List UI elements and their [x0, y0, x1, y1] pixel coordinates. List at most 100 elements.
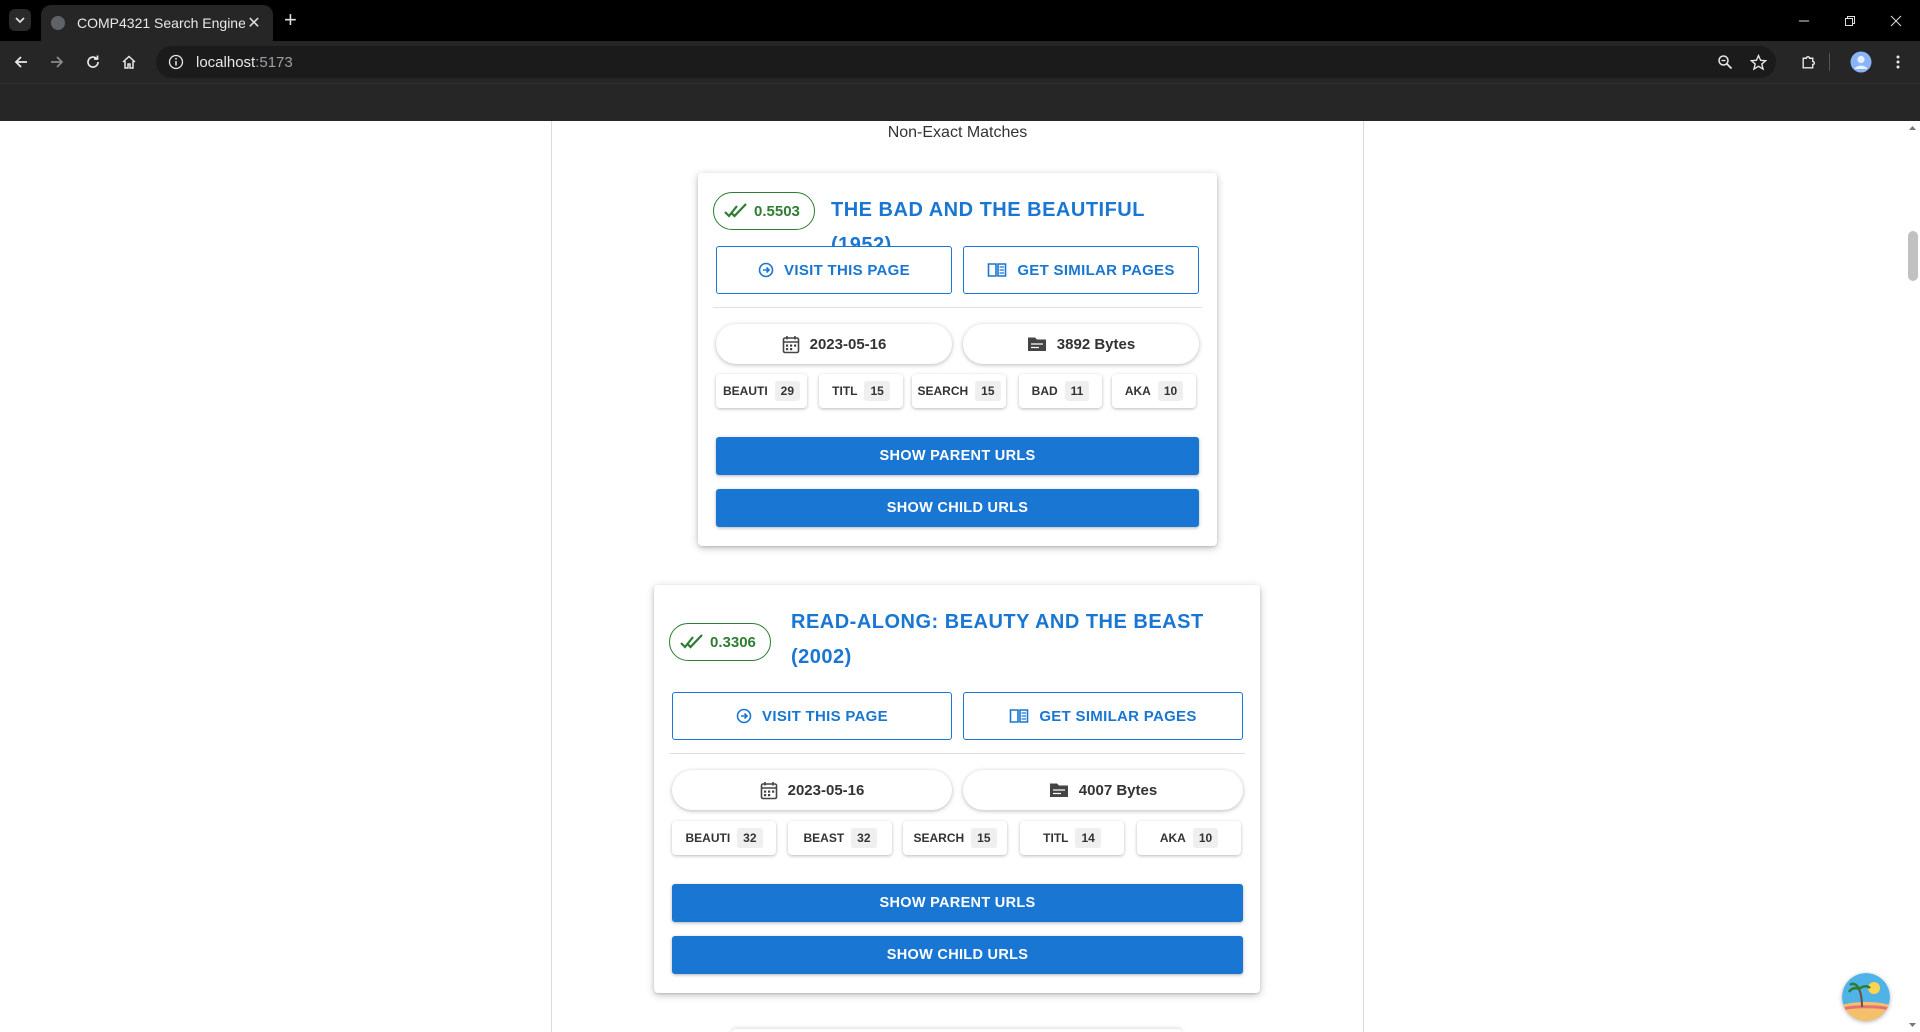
- reload-icon: [87, 55, 99, 68]
- score-value: 0.5503: [754, 202, 800, 220]
- date-chip: 2023-05-16: [716, 324, 952, 364]
- divider: [669, 753, 1245, 754]
- bookmarks-bar: [0, 83, 1920, 121]
- keyword-chip: AKA 10: [1112, 374, 1196, 408]
- home-button[interactable]: [116, 49, 142, 75]
- result-title[interactable]: READ-ALONG: BEAUTY AND THE BEAST (2002): [791, 605, 1211, 675]
- date-value: 2023-05-16: [787, 781, 865, 799]
- new-tab-button[interactable]: +: [284, 9, 297, 31]
- done-all-icon: [724, 203, 747, 218]
- keyword-count: 32: [851, 828, 877, 848]
- keyword-word: SEARCH: [913, 831, 965, 845]
- bookmark-button[interactable]: [1745, 49, 1771, 75]
- profile-button[interactable]: [1848, 49, 1874, 75]
- folder-icon: [1027, 337, 1046, 351]
- show-child-urls-button[interactable]: SHOW CHILD URLS: [672, 936, 1243, 974]
- forward-button[interactable]: [44, 49, 70, 75]
- keyword-count: 32: [737, 828, 763, 848]
- close-tab-icon[interactable]: ✕: [245, 14, 263, 32]
- minimize-icon: [1799, 20, 1809, 21]
- favicon-icon: [51, 16, 65, 30]
- score-value: 0.3306: [710, 633, 756, 651]
- visit-page-button[interactable]: VISIT THIS PAGE: [716, 246, 952, 294]
- chrome-reader-mode-icon: [988, 263, 1007, 277]
- keyword-word: BEAUTI: [685, 831, 731, 845]
- keyword-chip: SEARCH 15: [903, 821, 1007, 855]
- site-info-icon[interactable]: [168, 54, 184, 70]
- show-child-urls-button[interactable]: SHOW CHILD URLS: [716, 489, 1199, 527]
- address-bar[interactable]: localhost:5173: [156, 46, 1776, 78]
- back-arrow-icon: [14, 56, 27, 68]
- back-button[interactable]: [8, 49, 34, 75]
- show-parent-urls-button[interactable]: SHOW PARENT URLS: [672, 884, 1243, 922]
- keyword-count: 15: [971, 828, 997, 848]
- scrollbar[interactable]: [1905, 121, 1920, 1032]
- result-card: 0.3306 READ-ALONG: BEAUTY AND THE BEAST …: [654, 585, 1260, 993]
- star-icon: [1749, 53, 1767, 71]
- result-title-text-line2: (2002): [791, 646, 852, 668]
- restore-icon: [1845, 15, 1855, 26]
- size-chip: 3892 Bytes: [963, 324, 1199, 364]
- results-container: Non-Exact Matches 0.5503 THE BAD AND THE…: [551, 121, 1364, 1032]
- browser-tab[interactable]: COMP4321 Search Engine ✕: [41, 5, 273, 41]
- keyword-count: 15: [975, 381, 1001, 401]
- tab-strip: COMP4321 Search Engine ✕ +: [0, 0, 1920, 41]
- visit-page-button[interactable]: VISIT THIS PAGE: [672, 692, 952, 740]
- keyword-word: BAD: [1031, 384, 1058, 398]
- close-window-button[interactable]: [1873, 0, 1919, 41]
- size-value: 4007 Bytes: [1078, 781, 1158, 799]
- similar-pages-label: GET SIMILAR PAGES: [1017, 261, 1175, 279]
- toolbar-separator: [1829, 53, 1830, 71]
- zoom-button[interactable]: [1712, 49, 1738, 75]
- show-parent-urls-button[interactable]: SHOW PARENT URLS: [716, 437, 1199, 475]
- keyword-count: 11: [1064, 381, 1090, 401]
- puzzle-icon: [1801, 55, 1815, 69]
- keyword-count: 10: [1192, 828, 1219, 848]
- divider: [713, 307, 1202, 308]
- restore-button[interactable]: [1827, 0, 1873, 41]
- keyword-chip: BEAST 32: [788, 821, 892, 855]
- similar-pages-button[interactable]: GET SIMILAR PAGES: [963, 246, 1199, 294]
- calendar-icon: [760, 781, 777, 799]
- size-value: 3892 Bytes: [1056, 335, 1136, 353]
- keyword-chip: BEAUTI 32: [672, 821, 776, 855]
- keyword-word: AKA: [1159, 831, 1186, 845]
- done-all-icon: [680, 634, 703, 649]
- score-chip: 0.3306: [669, 623, 771, 661]
- keyword-chip: BAD 11: [1019, 374, 1102, 408]
- keyword-count: 10: [1157, 381, 1184, 401]
- arrow-circle-right-icon: [758, 262, 774, 278]
- score-chip: 0.5503: [713, 192, 815, 230]
- scrollbar-thumb[interactable]: [1908, 231, 1918, 281]
- keyword-chip: TITL 14: [1020, 821, 1124, 855]
- menu-button[interactable]: [1885, 49, 1911, 75]
- calendar-icon: [782, 335, 799, 353]
- keyword-word: BEAST: [803, 831, 845, 845]
- keyword-count: 15: [864, 381, 890, 401]
- keyword-chip: SEARCH 15: [912, 374, 1006, 408]
- scroll-down-icon[interactable]: [1905, 1020, 1920, 1030]
- minimize-button[interactable]: [1781, 0, 1827, 41]
- section-title: Non-Exact Matches: [887, 124, 1028, 141]
- tab-search-button[interactable]: [9, 9, 31, 31]
- keyword-word: TITL: [1043, 831, 1069, 845]
- chevron-down-icon: [15, 17, 25, 24]
- url-port: :5173: [255, 53, 293, 71]
- keyword-word: BEAUTI: [722, 384, 768, 398]
- reload-button[interactable]: [80, 49, 106, 75]
- chrome-reader-mode-icon: [1010, 709, 1029, 723]
- scroll-up-icon[interactable]: [1905, 123, 1920, 133]
- url-host: localhost: [196, 53, 256, 71]
- tab-title: COMP4321 Search Engine: [77, 15, 245, 31]
- extensions-button[interactable]: [1795, 49, 1821, 75]
- arrow-circle-right-icon: [736, 708, 752, 724]
- keyword-count: 29: [774, 381, 801, 401]
- keyword-word: TITL: [832, 384, 858, 398]
- forward-arrow-icon: [51, 56, 64, 68]
- page-viewport: Non-Exact Matches 0.5503 THE BAD AND THE…: [0, 121, 1905, 1032]
- floating-assistant-button[interactable]: [1842, 973, 1890, 1021]
- similar-pages-button[interactable]: GET SIMILAR PAGES: [963, 692, 1243, 740]
- kebab-menu-icon: [1896, 55, 1900, 69]
- folder-icon: [1049, 783, 1068, 797]
- home-icon: [122, 55, 136, 69]
